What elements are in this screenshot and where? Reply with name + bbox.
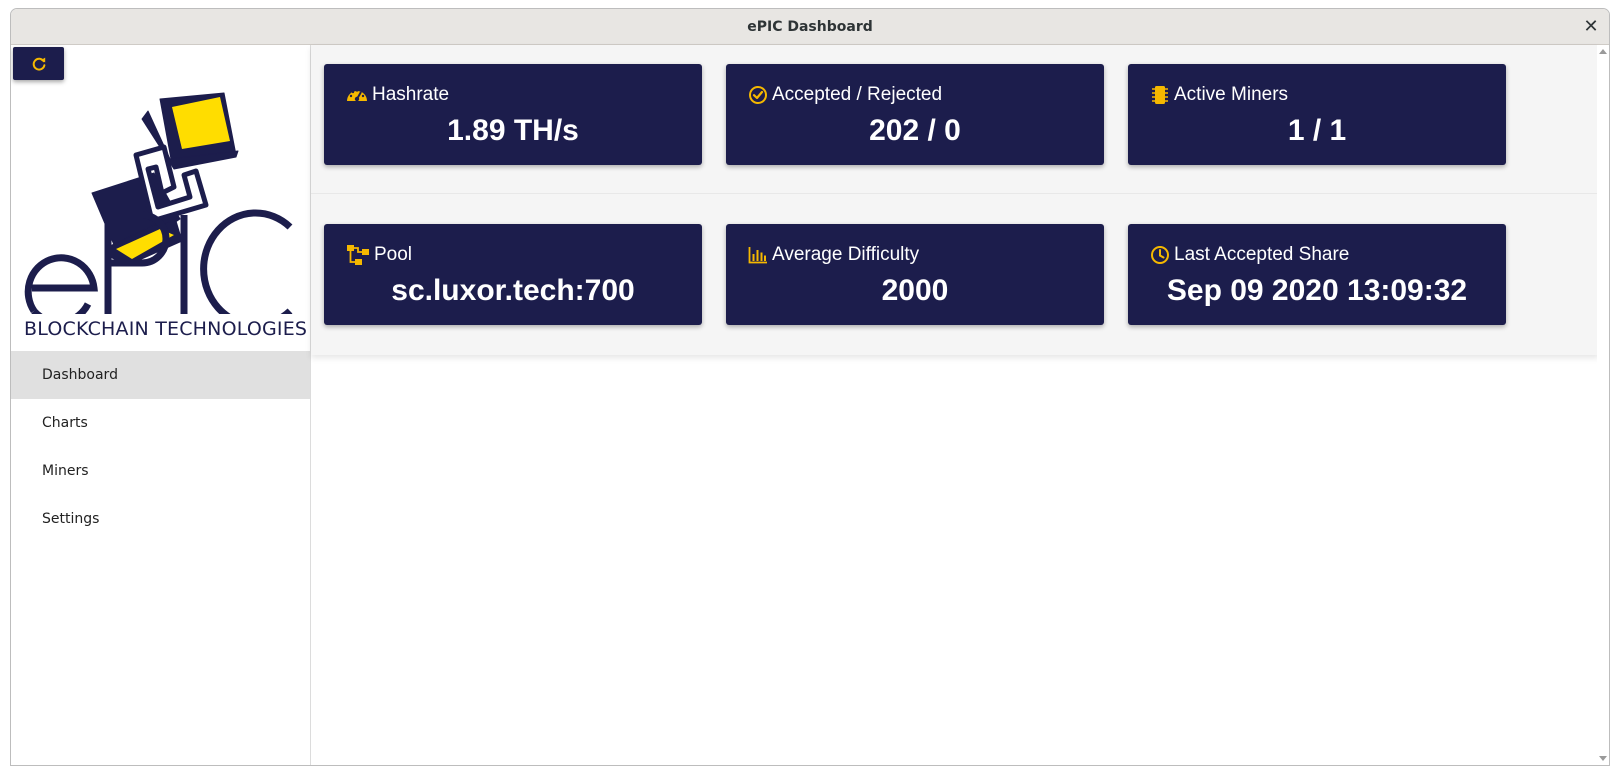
active-miners-value: 1 / 1 xyxy=(1287,114,1347,147)
title-bar[interactable]: ePIC Dashboard ✕ xyxy=(11,9,1609,45)
active-miners-label: Active Miners xyxy=(1174,84,1289,105)
speedometer-icon xyxy=(347,89,367,102)
hashrate-value: 1.89 TH/s xyxy=(447,114,579,147)
accepted-rejected-label: Accepted / Rejected xyxy=(772,84,943,105)
app-window: ePIC Dashboard ✕ BLOCKCHAIN TECHNOLOGIES… xyxy=(10,8,1610,766)
hashrate-label: Hashrate xyxy=(372,84,450,105)
stats-panel: Hashrate 1.89 TH/s Accepted / Rejected 2… xyxy=(311,45,1599,355)
last-accepted-share-card: Last Accepted Share Sep 09 2020 13:09:32 xyxy=(1128,224,1506,325)
hashrate-card: Hashrate 1.89 TH/s xyxy=(324,64,702,165)
last-accepted-share-label: Last Accepted Share xyxy=(1174,244,1350,265)
pool-label: Pool xyxy=(374,244,413,265)
sidebar-item-charts[interactable]: Charts xyxy=(11,399,310,447)
scroll-down-icon[interactable] xyxy=(1599,756,1607,761)
main-content: Hashrate 1.89 TH/s Accepted / Rejected 2… xyxy=(311,45,1599,765)
bar-chart-icon xyxy=(748,247,767,264)
clock-icon xyxy=(1151,246,1169,264)
refresh-icon xyxy=(32,57,45,71)
sidebar-item-dashboard[interactable]: Dashboard xyxy=(11,351,310,399)
average-difficulty-card: Average Difficulty 2000 xyxy=(726,224,1104,325)
active-miners-card: Active Miners 1 / 1 xyxy=(1128,64,1506,165)
logo-tagline: BLOCKCHAIN TECHNOLOGIES xyxy=(24,318,308,340)
sidebar-nav: Dashboard Charts Miners Settings xyxy=(11,351,310,543)
average-difficulty-label: Average Difficulty xyxy=(772,244,920,265)
check-circle-icon xyxy=(749,86,767,104)
logo-graphic xyxy=(24,92,293,329)
scroll-up-icon[interactable] xyxy=(1599,49,1607,54)
average-difficulty-value: 2000 xyxy=(881,274,949,307)
sidebar: BLOCKCHAIN TECHNOLOGIES Dashboard Charts… xyxy=(11,45,311,765)
vertical-scrollbar[interactable] xyxy=(1597,45,1609,765)
close-button[interactable]: ✕ xyxy=(1579,15,1603,39)
window-title: ePIC Dashboard xyxy=(747,19,873,35)
panel-divider xyxy=(311,193,1599,194)
network-icon xyxy=(347,245,369,265)
accepted-rejected-value: 202 / 0 xyxy=(869,114,961,147)
last-accepted-share-value: Sep 09 2020 13:09:32 xyxy=(1166,274,1468,307)
sidebar-item-settings[interactable]: Settings xyxy=(11,495,310,543)
accepted-rejected-card: Accepted / Rejected 202 / 0 xyxy=(726,64,1104,165)
refresh-button[interactable] xyxy=(13,47,64,80)
epic-logo: BLOCKCHAIN TECHNOLOGIES xyxy=(24,89,308,344)
pool-value: sc.luxor.tech:700 xyxy=(391,274,635,307)
chip-icon xyxy=(1152,86,1168,104)
sidebar-item-miners[interactable]: Miners xyxy=(11,447,310,495)
pool-card: Pool sc.luxor.tech:700 xyxy=(324,224,702,325)
